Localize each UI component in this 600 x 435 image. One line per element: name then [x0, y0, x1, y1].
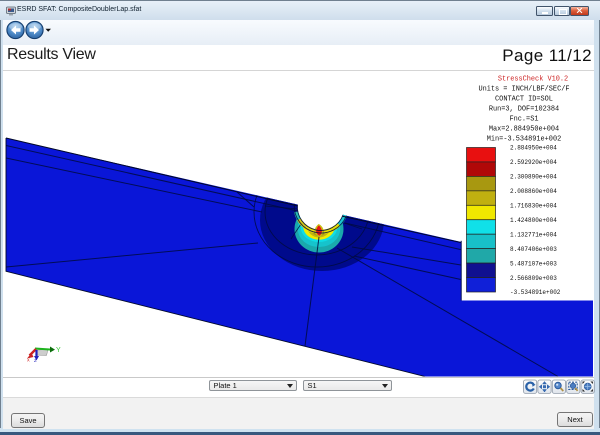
svg-text:Min=-3.534891e+002: Min=-3.534891e+002 [487, 136, 561, 144]
svg-text:1.132771e+004: 1.132771e+004 [510, 231, 557, 238]
svg-text:1.424800e+004: 1.424800e+004 [510, 217, 557, 224]
svg-text:Z: Z [34, 358, 37, 364]
svg-text:2.008860e+004: 2.008860e+004 [510, 188, 557, 195]
svg-text:2.566809e+003: 2.566809e+003 [510, 275, 557, 282]
svg-text:Fnc.=S1: Fnc.=S1 [510, 116, 539, 124]
svg-text:Y: Y [56, 347, 61, 354]
svg-text:2.884950e+004: 2.884950e+004 [510, 145, 557, 152]
svg-text:1.716830e+004: 1.716830e+004 [510, 203, 557, 210]
svg-text:X: X [27, 358, 30, 364]
svg-text:5.487107e+003: 5.487107e+003 [510, 260, 557, 267]
svg-text:Run=3, DOF=102384: Run=3, DOF=102384 [489, 106, 559, 114]
svg-text:2.592920e+004: 2.592920e+004 [510, 159, 557, 166]
svg-text:Max=2.884950e+004: Max=2.884950e+004 [489, 126, 559, 134]
svg-text:Units = INCH/LBF/SEC/F: Units = INCH/LBF/SEC/F [479, 86, 570, 94]
svg-text:8.407406e+003: 8.407406e+003 [510, 246, 557, 253]
svg-text:-3.534891e+002: -3.534891e+002 [510, 289, 561, 296]
svg-text:2.300890e+004: 2.300890e+004 [510, 174, 557, 181]
svg-text:CONTACT ID=SOL: CONTACT ID=SOL [495, 96, 553, 104]
svg-text:StressCheck V10.2: StressCheck V10.2 [498, 76, 568, 84]
